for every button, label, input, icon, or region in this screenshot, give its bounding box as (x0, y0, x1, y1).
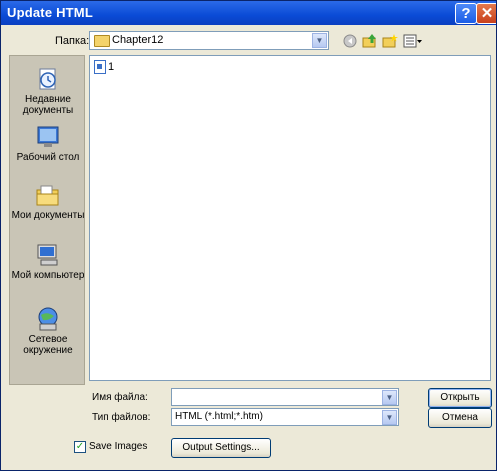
help-button[interactable]: ? (455, 3, 477, 24)
back-icon[interactable] (342, 33, 358, 49)
my-documents-icon (36, 185, 59, 206)
filetype-value: HTML (*.html;*.htm) (175, 411, 263, 422)
html-file-icon (94, 60, 106, 74)
save-images-label: Save Images (89, 441, 148, 452)
place-label: Мои документы (11, 210, 85, 221)
place-recent-documents[interactable]: Недавние документы (10, 66, 86, 116)
desktop-icon (37, 126, 59, 147)
chevron-down-icon[interactable]: ▼ (382, 390, 397, 405)
look-in-label: Папка: (55, 35, 90, 47)
window-title: Update HTML (7, 5, 93, 20)
file-name: 1 (108, 60, 115, 73)
filename-label: Имя файла: (92, 392, 148, 403)
up-folder-icon[interactable] (362, 33, 378, 49)
my-computer-icon (37, 244, 58, 266)
place-label: Рабочий стол (16, 152, 80, 163)
chevron-down-icon[interactable]: ▼ (312, 33, 327, 48)
views-menu-icon[interactable] (403, 33, 423, 49)
place-label: Мой компьютер (11, 270, 85, 281)
look-in-value: Chapter12 (112, 34, 164, 46)
chevron-down-icon[interactable]: ▼ (382, 410, 397, 425)
place-label: Сетевое окружение (23, 334, 73, 356)
title-bar[interactable]: Update HTML ? ✕ (1, 1, 496, 25)
filename-input[interactable]: ▼ (171, 388, 399, 406)
place-my-computer[interactable]: Мой компьютер (10, 242, 86, 281)
place-my-documents[interactable]: Мои документы (10, 182, 86, 221)
place-network[interactable]: Сетевое окружение (10, 306, 86, 356)
file-list[interactable]: 1 (89, 55, 491, 381)
place-label: Недавние документы (22, 94, 74, 116)
new-folder-icon[interactable] (382, 33, 398, 49)
save-images-checkbox[interactable]: ✓ (74, 441, 86, 453)
close-button[interactable]: ✕ (476, 3, 496, 24)
output-settings-button[interactable]: Output Settings... (171, 438, 271, 458)
look-in-combo[interactable]: Chapter12 ▼ (89, 31, 329, 50)
folder-icon (94, 35, 110, 47)
filetype-select[interactable]: HTML (*.html;*.htm) ▼ (171, 408, 399, 426)
filetype-label: Тип файлов: (92, 412, 151, 423)
file-item[interactable]: 1 (94, 60, 114, 74)
recent-documents-icon (39, 68, 56, 90)
network-icon (38, 307, 58, 331)
place-desktop[interactable]: Рабочий стол (10, 124, 86, 163)
save-dialog-window: Update HTML ? ✕ Папка: Chapter12 ▼ Недав… (0, 0, 497, 471)
open-button[interactable]: Открыть (428, 388, 492, 408)
places-bar: Недавние документы Рабочий стол Мои доку… (9, 55, 85, 385)
cancel-button[interactable]: Отмена (428, 408, 492, 428)
